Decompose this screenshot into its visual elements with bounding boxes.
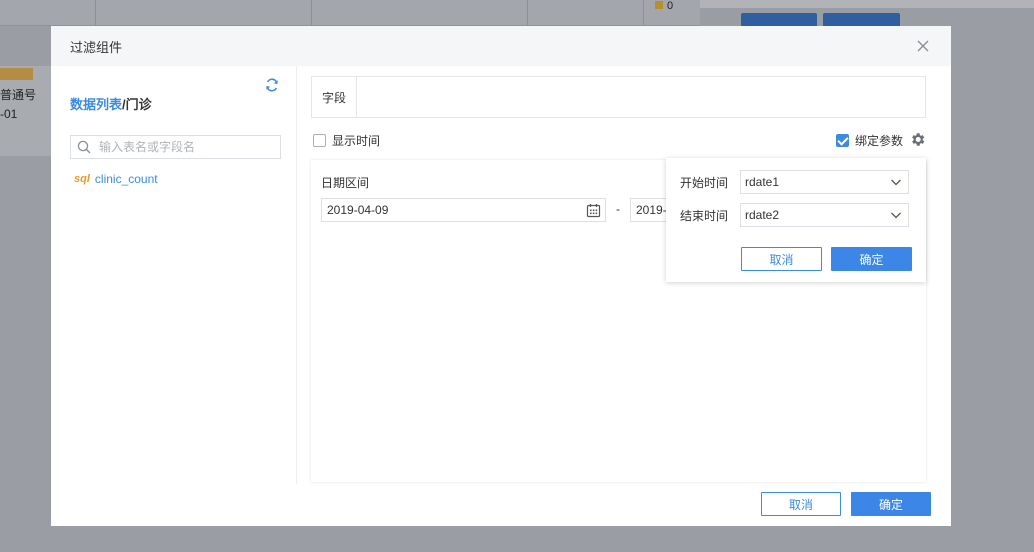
legend-swatch (655, 1, 663, 9)
start-date-input[interactable]: 2019-04-09 (321, 198, 606, 222)
background-header (0, 0, 700, 26)
background-legend: 0 (655, 0, 673, 12)
sql-icon: sql (74, 173, 90, 185)
background-column-divider (95, 0, 96, 26)
chevron-down-icon (891, 212, 901, 219)
background-column-divider (643, 0, 644, 26)
show-time-checkbox[interactable]: 显示时间 (313, 132, 380, 149)
end-param-row: 结束时间 rdate2 (680, 203, 909, 227)
dataset-breadcrumb: 数据列表/门诊 (70, 94, 152, 113)
close-icon[interactable] (915, 38, 931, 54)
end-date-value: 2019- (636, 203, 667, 217)
dialog-header: 过滤组件 (51, 26, 951, 66)
background-column-divider (527, 0, 528, 26)
filter-component-dialog: 过滤组件 数据列表/门诊 sql clinic_count 字段 (51, 26, 951, 526)
refresh-icon[interactable] (264, 77, 280, 93)
background-text: 普通号 (0, 88, 37, 102)
end-param-label: 结束时间 (680, 208, 729, 223)
show-time-label: 显示时间 (332, 134, 381, 148)
field-row: 字段 (311, 76, 926, 118)
start-param-select[interactable]: rdate1 (740, 170, 909, 194)
popover-cancel-button[interactable]: 取消 (741, 247, 822, 271)
show-time-check[interactable] (313, 134, 326, 147)
background-column-divider (311, 0, 312, 26)
table-item-clinic-count[interactable]: sql clinic_count (74, 172, 158, 186)
field-label: 字段 (312, 77, 357, 117)
chevron-down-icon (891, 179, 901, 186)
dataset-panel: 数据列表/门诊 sql clinic_count (51, 66, 297, 484)
bind-param-popover: 开始时间 rdate1 结束时间 rdate2 取消 确定 (666, 158, 926, 282)
start-date-value: 2019-04-09 (327, 203, 389, 217)
table-name: clinic_count (94, 172, 158, 186)
confirm-button[interactable]: 确定 (851, 492, 931, 516)
bind-param-label: 绑定参数 (855, 134, 904, 148)
start-param-label: 开始时间 (680, 175, 729, 190)
end-param-value: rdate2 (745, 208, 780, 222)
background-right-bar (700, 0, 1034, 8)
bind-param-checkbox[interactable]: 绑定参数 (836, 132, 903, 149)
gear-icon[interactable] (909, 131, 926, 148)
search-box (70, 135, 281, 159)
background-zero-value: 0 (667, 0, 674, 12)
calendar-icon[interactable] (586, 203, 601, 218)
dataset-current: /门诊 (122, 97, 152, 112)
dataset-list-link[interactable]: 数据列表 (70, 97, 122, 112)
start-param-value: rdate1 (745, 175, 780, 189)
date-range-separator: - (616, 202, 620, 216)
bind-param-check[interactable] (836, 134, 849, 147)
start-param-row: 开始时间 rdate1 (680, 170, 909, 194)
cancel-button[interactable]: 取消 (761, 492, 841, 516)
background-text: -01 (0, 107, 18, 121)
popover-confirm-button[interactable]: 确定 (831, 247, 912, 271)
date-range-label: 日期区间 (321, 176, 370, 190)
end-param-select[interactable]: rdate2 (740, 203, 909, 227)
search-icon (77, 140, 91, 154)
background-bar (0, 68, 33, 80)
field-drop-zone[interactable] (357, 77, 925, 117)
search-input[interactable] (99, 140, 269, 154)
dialog-title: 过滤组件 (70, 39, 123, 55)
